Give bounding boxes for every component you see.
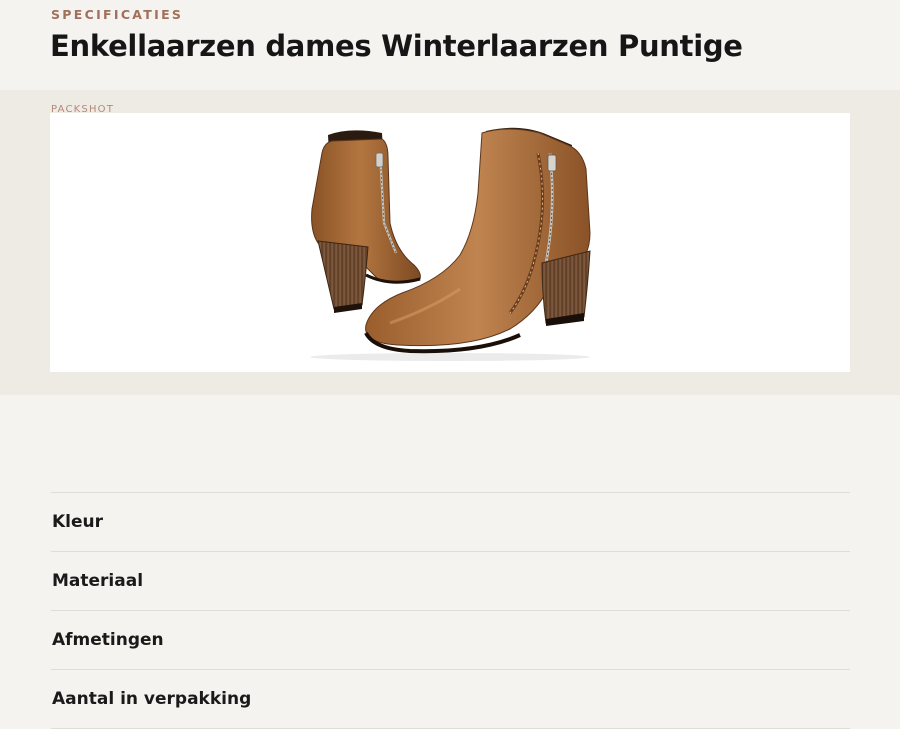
spec-row-afmetingen[interactable]: Afmetingen (51, 611, 850, 670)
section-eyebrow: SPECIFICATIES (51, 7, 184, 22)
back-boot (311, 130, 421, 313)
spec-label: Kleur (52, 512, 104, 532)
spec-label: Afmetingen (52, 630, 164, 650)
product-title: Enkellaarzen dames Winterlaarzen Puntige (50, 29, 743, 63)
spec-label: Aantal in verpakking (52, 689, 252, 709)
spec-row-kleur[interactable]: Kleur (51, 493, 850, 552)
packshot-image (50, 113, 850, 372)
specifications-list: Kleur Materiaal Afmetingen Aantal in ver… (51, 492, 850, 729)
spec-row-materiaal[interactable]: Materiaal (51, 552, 850, 611)
ankle-boots-icon (310, 127, 591, 361)
front-boot (364, 127, 591, 354)
spec-row-aantal-in-verpakking[interactable]: Aantal in verpakking (51, 670, 850, 729)
spec-label: Materiaal (52, 571, 144, 591)
